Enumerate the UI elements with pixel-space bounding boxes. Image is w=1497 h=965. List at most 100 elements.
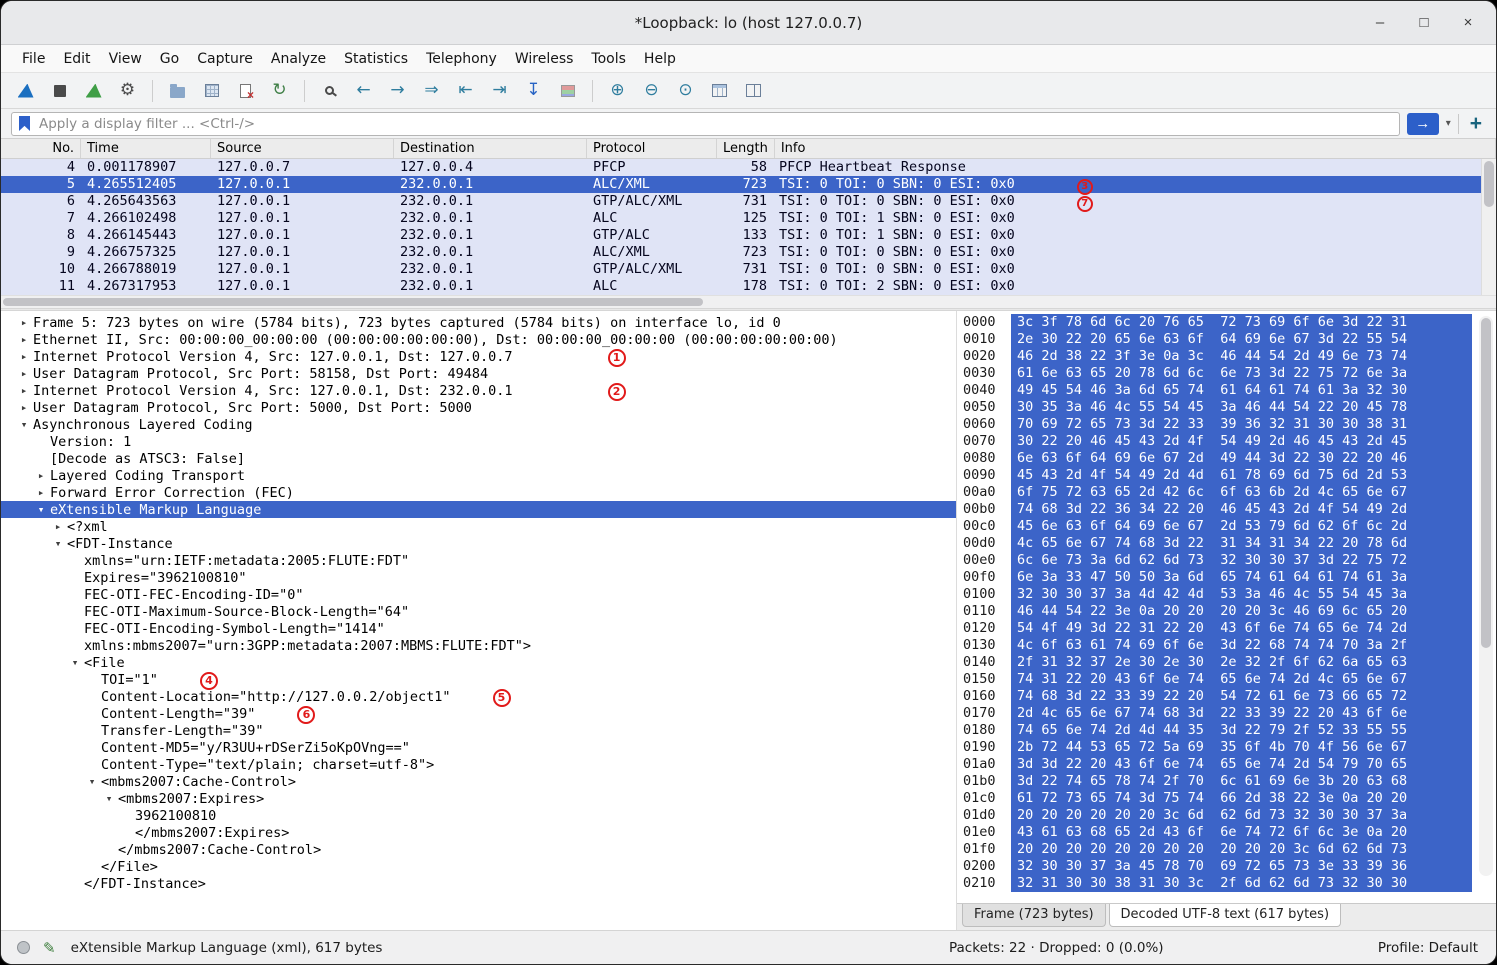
hex-row[interactable]: 021032 31 30 30 38 31 30 3c 2f 6d 62 6d … [963,875,1496,892]
detail-line[interactable]: ▸Frame 5: 723 bytes on wire (5784 bits),… [1,314,956,331]
collapse-arrow-icon[interactable]: ▾ [83,775,101,788]
menu-item-file[interactable]: File [13,47,54,71]
hex-row[interactable]: 00a06f 75 72 63 65 2d 42 6c 6f 63 6b 2d … [963,484,1496,501]
hex-row[interactable]: 01d020 20 20 20 20 20 3c 6d 62 6d 73 32 … [963,807,1496,824]
detail-line[interactable]: Version: 1 [1,433,956,450]
expand-arrow-icon[interactable]: ▸ [32,486,50,499]
hex-row[interactable]: 00d04c 65 6e 67 74 68 3d 22 31 34 31 34 … [963,535,1496,552]
hex-row[interactable]: 006070 69 72 65 73 3d 22 33 39 36 32 31 … [963,416,1496,433]
expand-arrow-icon[interactable]: ▸ [49,520,67,533]
go-back-button[interactable]: ← [349,77,378,105]
hex-row[interactable]: 00003c 3f 78 6d 6c 20 76 65 72 73 69 6f … [963,314,1496,331]
scrollbar-thumb[interactable] [1481,318,1491,648]
detail-line[interactable]: Content-Location="http://127.0.0.2/objec… [1,688,956,705]
menu-item-analyze[interactable]: Analyze [262,47,335,71]
hex-row[interactable]: 00102e 30 22 20 65 6e 63 6f 64 69 6e 67 … [963,331,1496,348]
detail-line[interactable]: ▸Internet Protocol Version 4, Src: 127.0… [1,382,956,399]
column-header-length[interactable]: Length [717,139,775,158]
detail-line[interactable]: ▾<File [1,654,956,671]
go-first-button[interactable]: ⇤ [451,77,480,105]
collapse-arrow-icon[interactable]: ▾ [100,792,118,805]
bytes-tab[interactable]: Decoded UTF-8 text (617 bytes) [1109,904,1341,927]
detail-line[interactable]: Content-Type="text/plain; charset=utf-8"… [1,756,956,773]
bookmark-icon[interactable] [19,116,30,131]
expand-arrow-icon[interactable]: ▸ [15,384,33,397]
zoom-out-button[interactable]: ⊖ [637,77,666,105]
title-bar[interactable]: *Loopback: lo (host 127.0.0.7) – □ × [1,1,1496,45]
detail-line[interactable]: TOI="1"4 [1,671,956,688]
column-header-source[interactable]: Source [211,139,394,158]
menu-item-tools[interactable]: Tools [582,47,635,71]
profile-status[interactable]: Profile: Default [1378,940,1478,956]
hex-row[interactable]: 01902b 72 44 53 65 72 5a 69 35 6f 4b 70 … [963,739,1496,756]
hex-row[interactable]: 00e06c 6e 73 3a 6d 62 6d 73 32 30 30 37 … [963,552,1496,569]
detail-line[interactable]: FEC-OTI-Maximum-Source-Block-Length="64" [1,603,956,620]
close-button[interactable]: × [1456,11,1480,35]
hex-row[interactable]: 01b03d 22 74 65 78 74 2f 70 6c 61 69 6e … [963,773,1496,790]
hex-row[interactable]: 015074 31 22 20 43 6f 6e 74 65 6e 74 2d … [963,671,1496,688]
go-last-button[interactable]: ⇥ [485,77,514,105]
expand-arrow-icon[interactable]: ▸ [32,469,50,482]
hex-row[interactable]: 002046 2d 38 22 3f 3e 0a 3c 46 44 54 2d … [963,348,1496,365]
colorize-button[interactable] [553,77,582,105]
detail-line[interactable]: [Decode as ATSC3: False] [1,450,956,467]
menu-item-edit[interactable]: Edit [54,47,99,71]
hex-row[interactable]: 01c061 72 73 65 74 3d 75 74 66 2d 38 22 … [963,790,1496,807]
filter-dropdown-caret-icon[interactable]: ▾ [1446,118,1451,129]
detail-line[interactable]: Content-MD5="y/R3UU+rDSerZi5oKpOVng==" [1,739,956,756]
menu-item-wireless[interactable]: Wireless [506,47,583,71]
detail-line[interactable]: ▾<mbms2007:Expires> [1,790,956,807]
scrollbar-thumb[interactable] [1484,161,1494,207]
hex-row[interactable]: 00f06e 3a 33 47 50 50 3a 6d 65 74 61 64 … [963,569,1496,586]
column-header-info[interactable]: Info [775,139,1496,158]
collapse-arrow-icon[interactable]: ▾ [66,656,84,669]
menu-item-capture[interactable]: Capture [188,47,262,71]
add-filter-button[interactable]: + [1466,113,1486,134]
collapse-arrow-icon[interactable]: ▾ [49,537,67,550]
hex-row[interactable]: 005030 35 3a 46 4c 55 54 45 3a 46 44 54 … [963,399,1496,416]
packet-row[interactable]: 94.266757325127.0.0.1232.0.0.1ALC/XML723… [1,244,1496,261]
hex-row[interactable]: 003061 6e 63 65 20 78 6d 6c 6e 73 3d 22 … [963,365,1496,382]
go-forward-button[interactable]: → [383,77,412,105]
scrollbar-thumb[interactable] [3,298,703,306]
open-file-button[interactable] [163,77,192,105]
detail-line[interactable]: xmlns:mbms2007="urn:3GPP:metadata:2007:M… [1,637,956,654]
detail-line[interactable]: </mbms2007:Expires> [1,824,956,841]
resize-columns-button[interactable] [705,77,734,105]
hex-row[interactable]: 00c045 6e 63 6f 64 69 6e 67 2d 53 79 6d … [963,518,1496,535]
capture-options-button[interactable]: ⚙ [113,77,142,105]
detail-line[interactable]: Transfer-Length="39" [1,722,956,739]
menu-item-help[interactable]: Help [635,47,685,71]
bytes-tab[interactable]: Frame (723 bytes) [962,904,1106,927]
expand-arrow-icon[interactable]: ▸ [15,367,33,380]
hex-row[interactable]: 01304c 6f 63 61 74 69 6f 6e 3d 22 68 74 … [963,637,1496,654]
zoom-in-button[interactable]: ⊕ [603,77,632,105]
hex-row[interactable]: 004049 45 54 46 3a 6d 65 74 61 64 61 74 … [963,382,1496,399]
display-filter-input[interactable]: Apply a display filter ... <Ctrl-/> [11,112,1400,136]
reload-button[interactable]: ↻ [265,77,294,105]
column-header-protocol[interactable]: Protocol [587,139,717,158]
hex-row[interactable]: 01402f 31 32 37 2e 30 2e 30 2e 32 2f 6f … [963,654,1496,671]
save-file-button[interactable] [197,77,226,105]
restart-capture-button[interactable] [79,77,108,105]
detail-line[interactable]: xmlns="urn:IETF:metadata:2005:FLUTE:FDT" [1,552,956,569]
packet-row[interactable]: 40.001178907127.0.0.7127.0.0.4PFCP58PFCP… [1,159,1496,176]
expand-arrow-icon[interactable]: ▸ [15,401,33,414]
apply-filter-button[interactable]: → [1407,113,1439,135]
detail-line[interactable]: 3962100810 [1,807,956,824]
packet-row[interactable]: 54.265512405127.0.0.1232.0.0.1ALC/XML723… [1,176,1496,193]
fixed-columns-button[interactable] [739,77,768,105]
column-header-time[interactable]: Time [81,139,211,158]
capture-comment-icon[interactable]: ✎ [43,939,56,957]
menu-item-go[interactable]: Go [151,47,188,71]
stop-capture-button[interactable] [45,77,74,105]
packet-row[interactable]: 74.266102498127.0.0.1232.0.0.1ALC125TSI:… [1,210,1496,227]
detail-line[interactable]: ▾<FDT-Instance [1,535,956,552]
hex-row[interactable]: 01a03d 3d 22 20 43 6f 6e 74 65 6e 74 2d … [963,756,1496,773]
packet-list-hscrollbar[interactable] [1,295,1496,308]
detail-line[interactable]: Expires="3962100810" [1,569,956,586]
zoom-normal-button[interactable]: ⊙ [671,77,700,105]
detail-line[interactable]: ▾Asynchronous Layered Coding [1,416,956,433]
detail-line[interactable]: </mbms2007:Cache-Control> [1,841,956,858]
minimize-button[interactable]: – [1368,11,1392,35]
